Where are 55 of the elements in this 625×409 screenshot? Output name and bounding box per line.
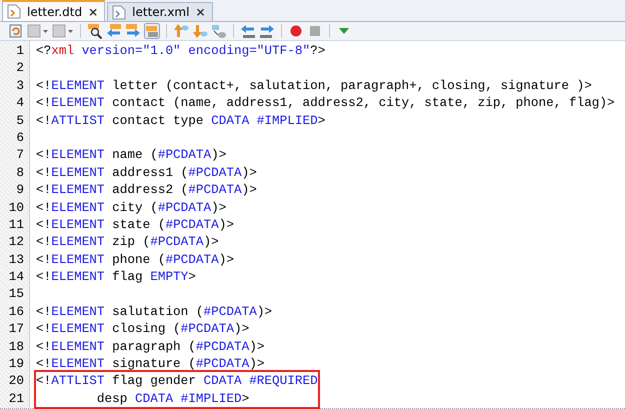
shift-right-icon[interactable] bbox=[259, 23, 275, 39]
editor-tab[interactable]: letter.dtd × bbox=[2, 0, 106, 21]
line-number: 14 bbox=[8, 268, 25, 286]
code-line: <!ELEMENT address1 (#PCDATA)> bbox=[36, 164, 258, 182]
line-number: 20 bbox=[8, 372, 25, 390]
code-line: <!ATTLIST contact type CDATA #IMPLIED> bbox=[36, 112, 326, 129]
code-line: <!ELEMENT flag EMPTY> bbox=[36, 268, 197, 286]
shift-left-icon[interactable] bbox=[240, 23, 256, 39]
code-line: desp CDATA #IMPLIED> bbox=[96, 390, 250, 408]
line-number: 21 bbox=[8, 390, 25, 408]
code-line: <!ELEMENT letter (contact+, salutation, paragraph+, closing, signature )> bbox=[36, 76, 593, 94]
line-number: 9 bbox=[15, 181, 25, 199]
line-number: 2 bbox=[15, 59, 25, 77]
code-line: <!ELEMENT name (#PCDATA)> bbox=[36, 146, 228, 164]
line-number: 12 bbox=[8, 233, 25, 251]
close-icon[interactable]: × bbox=[88, 4, 98, 18]
up-arrow-icon[interactable] bbox=[173, 23, 189, 39]
code-line: <!ELEMENT phone (#PCDATA)> bbox=[36, 250, 235, 268]
line-number: 18 bbox=[8, 338, 25, 356]
highlight-toggle-icon[interactable] bbox=[144, 23, 160, 39]
line-number: 13 bbox=[8, 250, 25, 268]
line-number: 8 bbox=[15, 164, 25, 182]
code-line: <!ATTLIST flag gender CDATA #REQUIRED bbox=[36, 372, 318, 390]
line-number: 17 bbox=[8, 320, 25, 338]
find-next-icon[interactable] bbox=[125, 23, 141, 39]
line-number: 19 bbox=[8, 355, 25, 372]
editor-tab[interactable]: letter.xml × bbox=[107, 2, 213, 21]
code-line: <!ELEMENT state (#PCDATA)> bbox=[36, 216, 235, 234]
record-icon[interactable] bbox=[288, 23, 304, 39]
line-number: 7 bbox=[15, 146, 25, 164]
file-icon bbox=[7, 4, 21, 19]
code-line: <!ELEMENT signature (#PCDATA)> bbox=[36, 355, 266, 372]
stop-icon[interactable] bbox=[307, 23, 323, 39]
line-number: 4 bbox=[15, 94, 25, 112]
line-number: 11 bbox=[8, 216, 25, 234]
line-number: 15 bbox=[8, 285, 25, 303]
line-number: 16 bbox=[8, 302, 25, 320]
down-arrow-icon[interactable] bbox=[192, 23, 208, 39]
line-number: 6 bbox=[15, 128, 25, 146]
code-line: <!ELEMENT city (#PCDATA)> bbox=[36, 198, 228, 216]
code-line: <!ELEMENT zip (#PCDATA)> bbox=[36, 233, 220, 251]
code-line: <?xml version="1.0" encoding="UTF-8"?> bbox=[36, 42, 326, 60]
history-icon[interactable] bbox=[8, 23, 24, 39]
file-icon bbox=[112, 4, 126, 20]
code-line: <!ELEMENT salutation (#PCDATA)> bbox=[36, 302, 274, 320]
line-number: 3 bbox=[15, 76, 25, 94]
code-line: <!ELEMENT closing (#PCDATA)> bbox=[36, 320, 250, 338]
line-number: 1 bbox=[15, 42, 25, 60]
close-icon[interactable]: × bbox=[195, 5, 206, 19]
search-icon[interactable] bbox=[87, 23, 103, 39]
line-number: 5 bbox=[15, 112, 25, 129]
code-line: <!ELEMENT paragraph (#PCDATA)> bbox=[36, 338, 266, 356]
line-number: 10 bbox=[8, 198, 25, 216]
code-line: <!ELEMENT address2 (#PCDATA)> bbox=[36, 181, 258, 199]
code-line: <!ELEMENT contact (name, address1, address2, city, state, zip, phone, flag)> bbox=[36, 94, 616, 112]
